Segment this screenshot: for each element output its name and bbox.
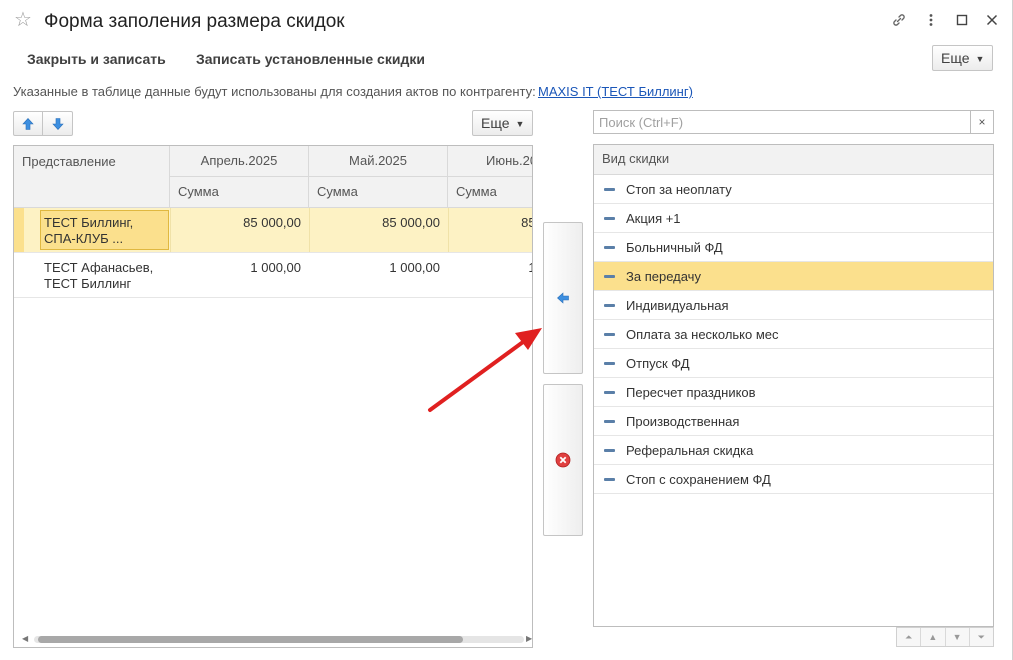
discount-form-window: ☆ Форма заполения размера скидок Закрыть…	[0, 0, 1013, 660]
annotation-arrow	[428, 328, 542, 412]
